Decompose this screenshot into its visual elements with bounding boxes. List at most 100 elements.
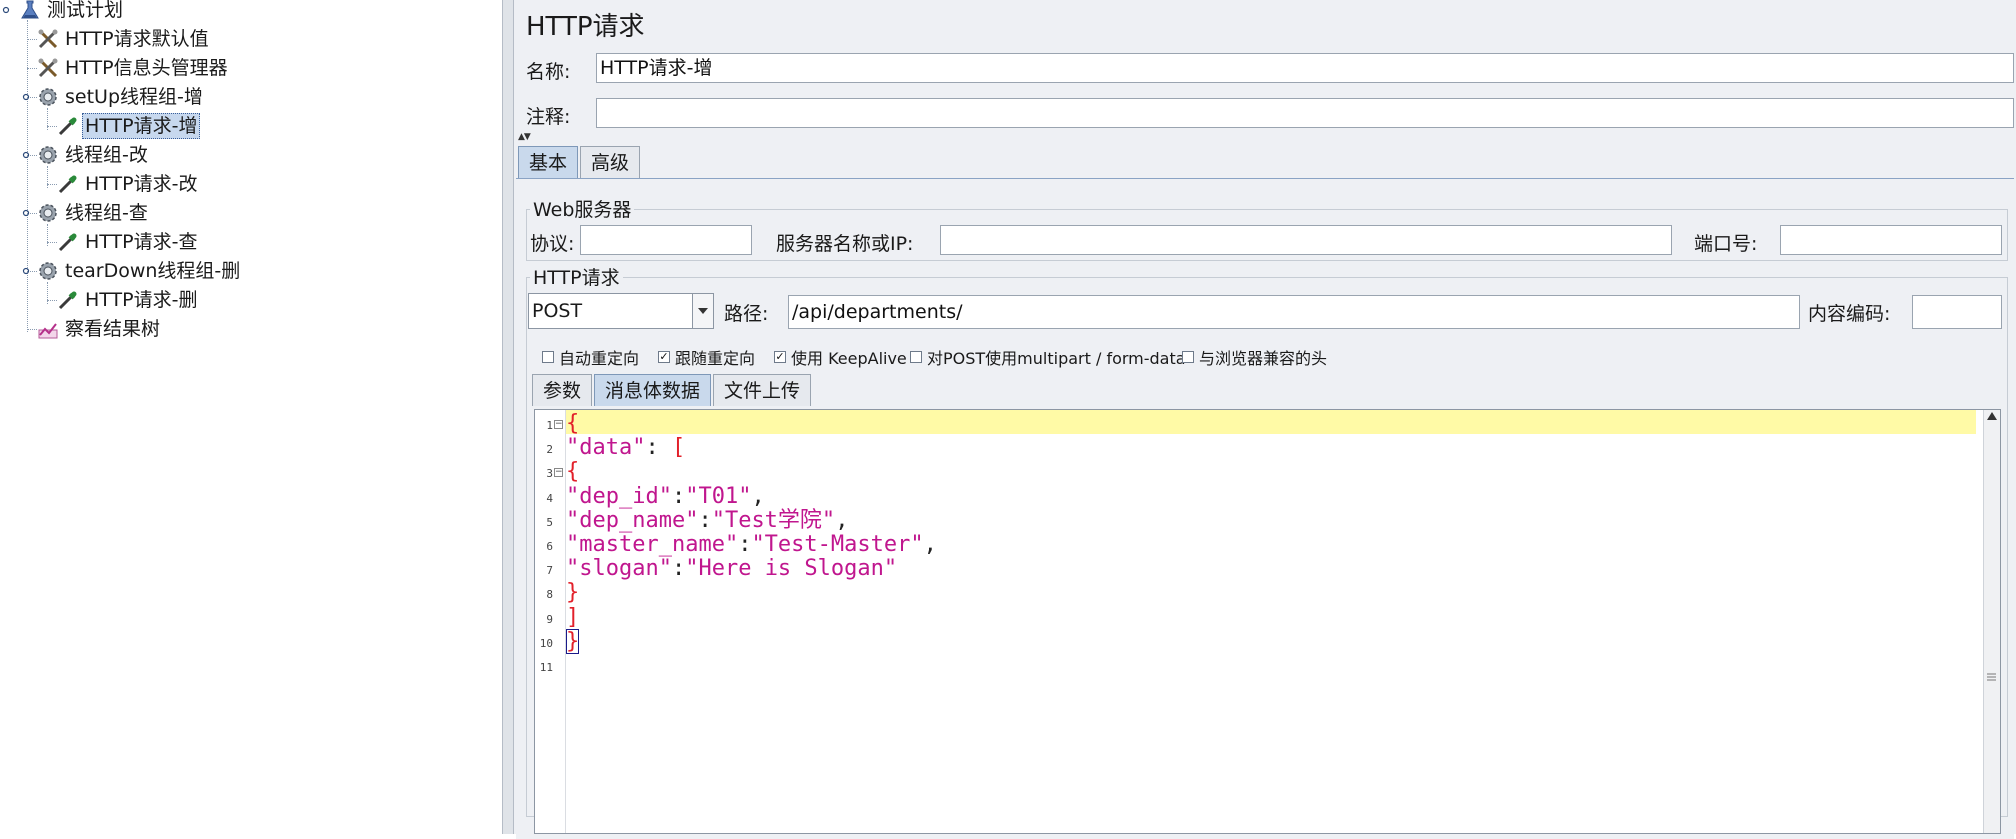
pipette-icon [56,288,80,312]
tree-item-http-request-delete[interactable]: HTTP请求-删 [56,286,200,314]
tree-item-header-manager[interactable]: HTTP信息头管理器 [36,54,231,82]
chevron-down-icon[interactable] [692,294,713,328]
expand-toggle-icon[interactable] [22,209,30,217]
checkbox-label: 使用 KeepAlive [791,349,907,368]
code-token: : [645,435,672,461]
tree-item-http-request-query[interactable]: HTTP请求-查 [56,228,200,256]
line-number: 11 [539,661,553,674]
tree-connector [27,20,28,332]
tree-item-label: HTTP请求-删 [85,289,198,311]
page-title: HTTP请求 [526,12,645,42]
checkbox-label: 对POST使用multipart / form-data [927,349,1186,368]
tree-item-label: 线程组-查 [65,202,148,224]
code-line: "slogan":"Here is Slogan" [566,553,897,584]
tree-item-label: setUp线程组-增 [65,86,203,108]
tree-item-label: 察看结果树 [65,318,161,340]
tree-item-label: 测试计划 [47,0,124,21]
tree-item-label: 线程组-改 [65,144,148,166]
checkbox-multipart[interactable]: 对POST使用multipart / form-data [910,345,1186,369]
tree-item-test-plan[interactable]: 测试计划 [18,0,126,24]
name-label: 名称: [526,61,571,83]
protocol-field[interactable] [580,225,752,255]
tree-item-teardown-thread-group[interactable]: tearDown线程组-删 [36,257,243,285]
checkbox-box[interactable]: ✓ [658,351,670,363]
line-number: 6 [546,540,553,553]
collapse-arrows-icon[interactable]: ▲▼ [518,132,531,142]
code-token: "Here is Slogan" [685,556,898,582]
port-label: 端口号: [1694,233,1758,255]
server-field[interactable] [940,225,1672,255]
pane-splitter[interactable] [502,0,514,834]
vertical-scrollbar[interactable] [1983,410,2000,833]
gear-icon [36,85,60,109]
code-line: } [566,626,580,657]
port-field[interactable] [1780,225,2002,255]
checkbox-box[interactable]: ✓ [774,351,786,363]
config-tools-icon [36,27,60,51]
comment-label: 注释: [526,106,571,128]
code-token: "slogan" [566,556,672,582]
tree-item-thread-group-update[interactable]: 线程组-改 [36,141,151,169]
checkbox-label: 跟随重定向 [675,349,756,368]
line-number: 3 [546,467,553,481]
line-number: 5 [546,515,553,529]
body-tabbar: 参数 消息体数据 文件上传 [532,374,813,406]
comment-field[interactable] [596,98,2014,128]
checkbox-box[interactable] [542,351,554,363]
tree-item-setup-thread-group[interactable]: setUp线程组-增 [36,83,206,111]
checkbox-keepalive[interactable]: ✓ 使用 KeepAlive [774,345,907,369]
tree-item-http-defaults[interactable]: HTTP请求默认值 [36,25,212,53]
fold-toggle-icon[interactable]: − [554,420,563,429]
web-server-title: Web服务器 [530,195,635,222]
checkbox-follow-redirect[interactable]: ✓ 跟随重定向 [658,345,755,369]
line-number-gutter: 1−2 3−4 5 6 7 8 9 10 11 [535,410,566,833]
test-plan-tree[interactable]: 测试计划 HTTP请求默认值 HTTP信息头管理器 setUp线程组-增 HTT… [0,0,502,834]
tab-file-upload[interactable]: 文件上传 [713,374,812,406]
fold-toggle-icon[interactable]: − [554,468,563,478]
http-request-title: HTTP请求 [530,263,623,290]
line-number: 4 [546,491,553,505]
tree-item-label: tearDown线程组-删 [65,260,241,282]
tree-item-http-request-update[interactable]: HTTP请求-改 [56,170,200,198]
body-data-editor[interactable]: 1−2 3−4 5 6 7 8 9 10 11 {"data": [{"dep_id":"T01… [534,409,2001,834]
tree-item-label: HTTP请求-增 [82,113,201,139]
expand-toggle-icon[interactable] [22,267,30,275]
tree-item-label: HTTP请求-查 [85,231,198,253]
tab-basic[interactable]: 基本 [518,146,579,178]
code-token: , [923,532,937,557]
checkbox-auto-redirect[interactable]: 自动重定向 [542,345,639,369]
code-token: [ [671,435,686,461]
gear-icon [36,143,60,167]
path-field[interactable]: /api/departments/ [788,295,1800,329]
code-token: } [566,628,580,654]
current-line-highlight [566,410,1976,435]
test-plan-icon [18,0,42,22]
name-field[interactable]: HTTP请求-增 [596,53,2014,83]
line-number: 10 [539,636,553,650]
encoding-label: 内容编码: [1808,303,1891,325]
checkbox-label: 与浏览器兼容的头 [1199,349,1328,368]
tree-item-http-request-add[interactable]: HTTP请求-增 [56,112,201,140]
checkbox-browser-headers[interactable]: 与浏览器兼容的头 [1182,345,1327,369]
line-number: 1 [546,419,553,432]
expand-toggle-icon[interactable] [22,151,30,159]
checkbox-box[interactable] [910,351,922,363]
protocol-label: 协议: [530,233,575,255]
tab-body-data[interactable]: 消息体数据 [594,374,712,406]
tab-advanced[interactable]: 高级 [580,146,641,178]
expand-toggle-icon[interactable] [2,6,10,14]
tab-parameters[interactable]: 参数 [532,374,593,406]
tree-item-view-results-tree[interactable]: 察看结果树 [36,315,163,343]
chart-icon [36,317,60,341]
path-label: 路径: [724,303,769,325]
tree-item-thread-group-query[interactable]: 线程组-查 [36,199,151,227]
checkbox-label: 自动重定向 [559,349,640,368]
encoding-field[interactable] [1912,295,2002,329]
code-token: : [671,556,686,582]
method-select[interactable]: POST [528,293,714,329]
scroll-grip-icon[interactable] [1986,672,1997,682]
checkbox-box[interactable] [1182,351,1194,363]
scroll-up-arrow-icon[interactable] [1987,412,1997,420]
line-number: 8 [546,588,553,602]
expand-toggle-icon[interactable] [22,93,30,101]
